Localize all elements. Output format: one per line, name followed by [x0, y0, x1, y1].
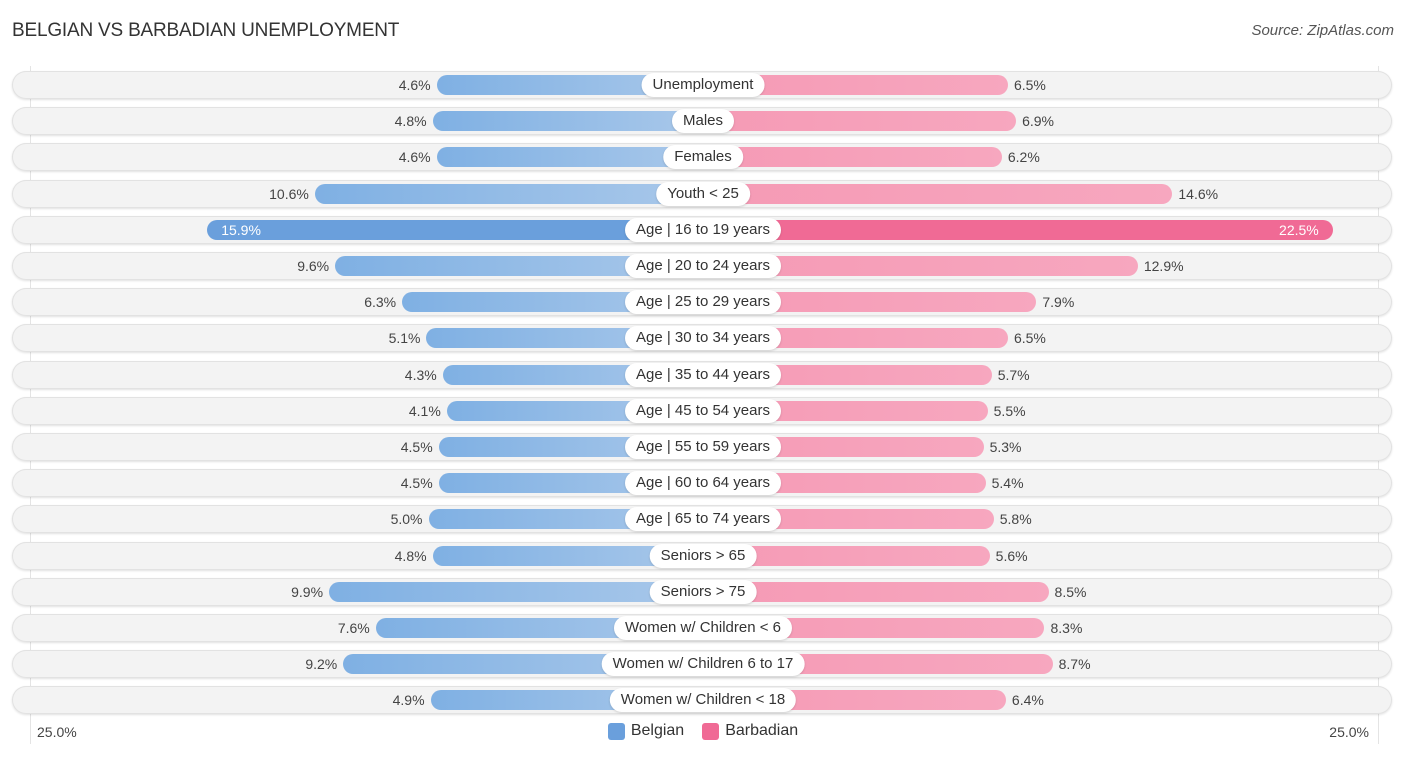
category-label: Seniors > 75 [649, 579, 757, 604]
value-label-barbadian: 5.4% [991, 475, 1024, 492]
bar-belgian[interactable] [432, 111, 703, 132]
category-label: Youth < 25 [656, 181, 750, 206]
category-label: Males [671, 109, 735, 134]
value-label-barbadian: 5.3% [989, 439, 1022, 455]
value-label-belgian: 10.6% [269, 185, 309, 202]
value-label-belgian: 4.6% [398, 149, 431, 166]
bar-barbadian[interactable] [703, 219, 1333, 240]
value-label-barbadian: 5.6% [995, 547, 1028, 564]
value-label-belgian: 9.6% [297, 258, 330, 274]
legend-swatch-belgian [607, 722, 625, 740]
bar-barbadian[interactable] [703, 111, 1017, 132]
value-label-belgian: 4.6% [398, 77, 431, 93]
category-label: Seniors > 65 [649, 543, 757, 568]
value-label-belgian: 4.3% [404, 366, 437, 383]
value-label-barbadian: 5.8% [999, 511, 1032, 528]
value-label-belgian: 5.0% [390, 511, 423, 528]
value-label-barbadian: 6.5% [1013, 330, 1046, 347]
bar-barbadian[interactable] [703, 183, 1173, 204]
category-label: Age | 55 to 59 years [625, 435, 781, 459]
value-label-belgian: 6.3% [364, 294, 397, 311]
value-label-barbadian: 8.3% [1050, 620, 1083, 636]
value-label-barbadian: 8.5% [1054, 583, 1087, 600]
value-label-belgian: 15.9% [221, 221, 261, 238]
category-label: Age | 35 to 44 years [625, 362, 781, 387]
bar-belgian[interactable] [329, 581, 703, 602]
category-label: Women w/ Children 6 to 17 [601, 652, 805, 677]
value-label-belgian: 4.8% [394, 113, 427, 130]
value-label-belgian: 4.9% [392, 692, 425, 709]
value-label-barbadian: 5.7% [997, 366, 1030, 383]
legend-item-barbadian[interactable]: Barbadian [702, 722, 798, 740]
category-label: Unemployment [641, 73, 765, 97]
value-label-barbadian: 5.5% [993, 402, 1026, 419]
value-label-barbadian: 14.6% [1178, 185, 1219, 202]
legend-label-barbadian: Barbadian [725, 722, 799, 739]
category-label: Women w/ Children < 18 [609, 688, 797, 713]
value-label-belgian: 4.1% [408, 402, 441, 419]
value-label-barbadian: 12.9% [1143, 258, 1184, 274]
value-label-barbadian: 22.5% [1279, 221, 1319, 238]
category-label: Females [663, 145, 743, 170]
value-label-barbadian: 6.5% [1013, 77, 1046, 93]
value-label-belgian: 4.5% [400, 439, 433, 455]
value-label-barbadian: 8.7% [1058, 656, 1091, 673]
category-label: Age | 65 to 74 years [625, 507, 781, 532]
category-label: Age | 20 to 24 years [625, 254, 781, 278]
category-label: Age | 45 to 54 years [625, 398, 781, 423]
legend-label-belgian: Belgian [630, 722, 685, 739]
category-label: Age | 25 to 29 years [625, 290, 781, 315]
bar-belgian[interactable] [314, 183, 703, 204]
value-label-barbadian: 6.4% [1011, 692, 1044, 709]
value-label-belgian: 9.2% [305, 656, 338, 673]
value-label-belgian: 4.5% [400, 475, 433, 492]
value-label-barbadian: 6.2% [1007, 149, 1040, 166]
value-label-belgian: 4.8% [394, 547, 427, 564]
category-label: Age | 60 to 64 years [625, 471, 781, 496]
category-label: Age | 16 to 19 years [625, 217, 781, 242]
legend-item-belgian[interactable]: Belgian [607, 722, 685, 740]
value-label-belgian: 9.9% [291, 583, 324, 600]
value-label-barbadian: 6.9% [1022, 113, 1054, 130]
legend: Belgian Barbadian [0, 722, 1406, 740]
category-label: Age | 30 to 34 years [625, 326, 781, 351]
value-label-belgian: 5.1% [388, 330, 421, 347]
value-label-barbadian: 7.9% [1042, 294, 1075, 311]
legend-swatch-barbadian [702, 722, 720, 740]
bar-barbadian[interactable] [703, 147, 1002, 168]
value-label-belgian: 7.6% [337, 620, 370, 636]
chart-area: 4.6% 6.5% Unemployment 4.8% 6.9% Males 4.6% 6.2… [0, 0, 1406, 757]
category-label: Women w/ Children < 6 [613, 616, 793, 640]
